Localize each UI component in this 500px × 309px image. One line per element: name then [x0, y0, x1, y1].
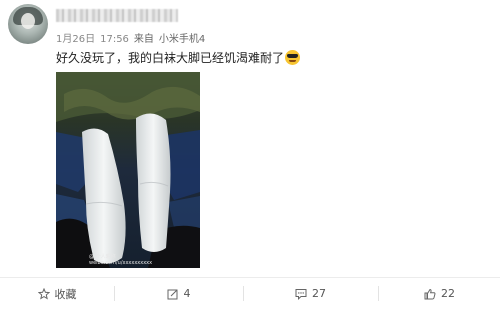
photo-watermark: @ 个人昵称 weibo.com/u/xxxxxxxxxx	[89, 254, 152, 266]
repost-icon	[167, 289, 177, 299]
post-source-prefix: 来自	[133, 34, 154, 45]
comment-count: 27	[312, 287, 326, 300]
post-date[interactable]: 1月26日	[56, 34, 95, 45]
star-icon	[37, 287, 50, 300]
username-mosaic[interactable]	[56, 9, 178, 22]
cool-sunglasses-emoji-icon	[285, 50, 301, 65]
comment-button[interactable]: 27	[244, 278, 377, 309]
post-photo[interactable]	[56, 72, 200, 268]
repost-button[interactable]: 4	[115, 278, 242, 309]
repost-count: 4	[183, 287, 191, 300]
favorite-button[interactable]: 收藏	[0, 278, 114, 309]
post-source-device[interactable]: 小米手机4	[159, 34, 205, 45]
post-body: 好久没玩了，我的白袜大脚已经饥渴难耐了	[56, 51, 285, 65]
user-avatar[interactable]	[8, 4, 48, 44]
like-count: 22	[441, 287, 455, 300]
post-meta: 1月26日 17:56 来自 小米手机4	[56, 30, 210, 45]
photo-image	[56, 72, 200, 268]
thumbs-up-icon	[424, 288, 436, 299]
action-bar: 收藏 4 27 22	[0, 278, 500, 309]
post-time[interactable]: 17:56	[100, 34, 129, 45]
favorite-label: 收藏	[54, 287, 77, 301]
post-text: 好久没玩了，我的白袜大脚已经饥渴难耐了	[56, 50, 301, 66]
avatar-face	[21, 13, 35, 29]
like-button[interactable]: 22	[379, 278, 500, 309]
watermark-line-2: weibo.com/u/xxxxxxxxxx	[89, 260, 153, 266]
comment-icon	[295, 288, 307, 300]
